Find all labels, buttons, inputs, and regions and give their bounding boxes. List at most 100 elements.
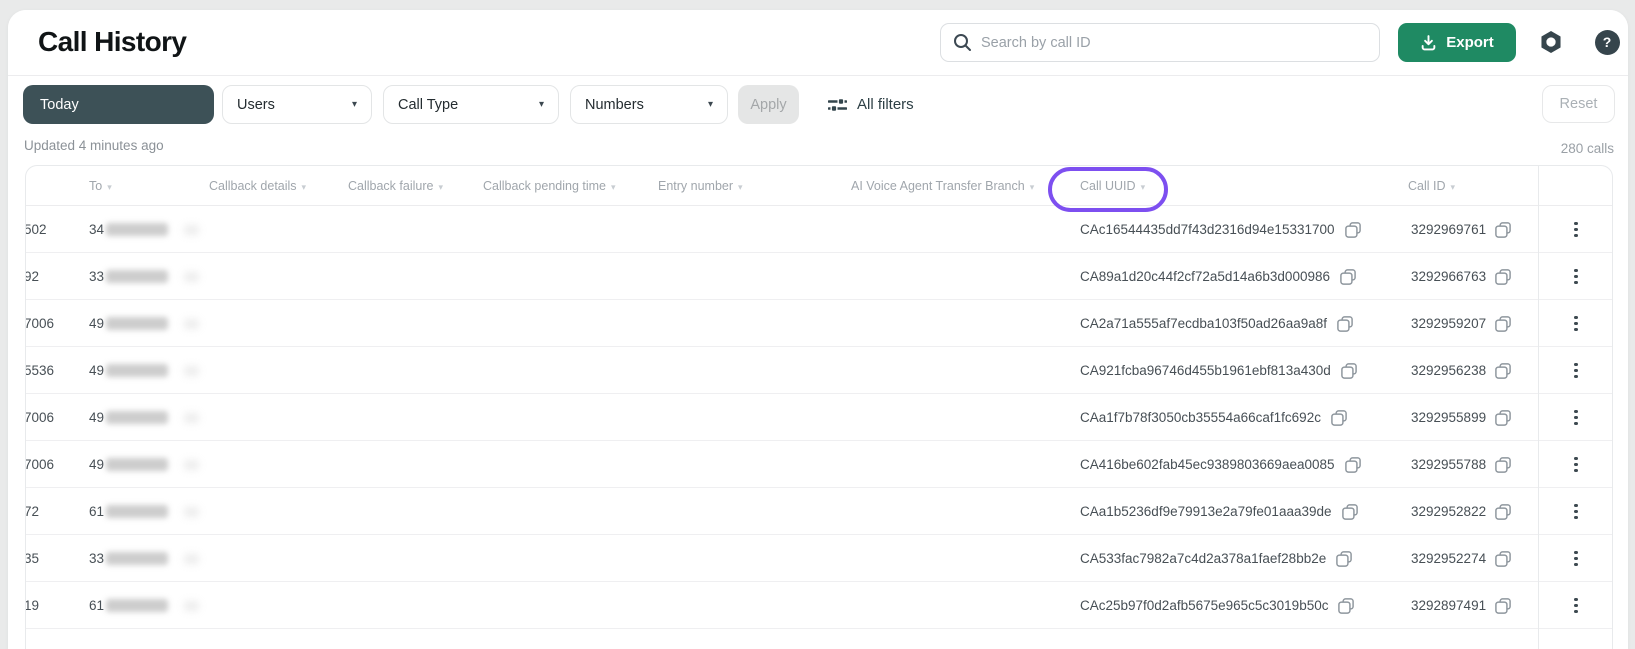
all-filters-label: All filters xyxy=(857,96,914,113)
to-number-prefix: 49 xyxy=(89,363,105,378)
to-number-cell: 33 xyxy=(89,535,200,582)
copy-call-id-button[interactable] xyxy=(1494,550,1512,568)
row-actions-cell xyxy=(1538,206,1612,253)
kebab-menu-button[interactable] xyxy=(1568,357,1583,384)
redacted-smudge xyxy=(184,318,200,329)
caret-down-icon: ▾ xyxy=(351,99,357,110)
kebab-menu-button[interactable] xyxy=(1568,498,1583,525)
settings-button[interactable] xyxy=(1534,25,1568,59)
call-id-cell: 3292969761 xyxy=(1411,206,1512,253)
table-row: 35 33 CA533fac7982a7c4d2a378a1faef28bb2e… xyxy=(26,535,1612,582)
column-header-callback-details[interactable]: Callback details ▾ xyxy=(209,166,306,206)
reset-button[interactable]: Reset xyxy=(1542,85,1615,123)
redacted-phone-number xyxy=(106,599,169,612)
copy-uuid-button[interactable] xyxy=(1341,503,1359,521)
to-number-prefix: 49 xyxy=(89,316,105,331)
table-row: 72 61 CAa1b5236df9e79913e2a79fe01aaa39de… xyxy=(26,488,1612,535)
call-uuid-cell: CA416be602fab45ec9389803669aea0085 xyxy=(1080,441,1362,488)
from-number-partial: 502 xyxy=(25,222,47,237)
search-icon xyxy=(953,33,972,52)
copy-uuid-button[interactable] xyxy=(1337,597,1355,615)
call-uuid-cell: CA89a1d20c44f2cf72a5d14a6b3d000986 xyxy=(1080,253,1357,300)
row-actions-cell xyxy=(1538,441,1612,488)
kebab-menu-button[interactable] xyxy=(1568,310,1583,337)
to-number-cell: 61 xyxy=(89,488,200,535)
copy-call-id-button[interactable] xyxy=(1494,221,1512,239)
kebab-menu-button[interactable] xyxy=(1568,404,1583,431)
call-history-card: Call History Export ? Today Us xyxy=(8,10,1628,649)
call-id-cell: 3292955899 xyxy=(1411,394,1512,441)
copy-call-id-button[interactable] xyxy=(1494,597,1512,615)
page-title: Call History xyxy=(38,26,187,57)
call-id-cell: 3292897491 xyxy=(1411,582,1512,629)
apply-button[interactable]: Apply xyxy=(738,85,799,124)
apply-button-label: Apply xyxy=(750,96,787,113)
column-header-entry-number[interactable]: Entry number ▾ xyxy=(658,166,743,206)
column-header-ai-voice-agent-transfer-branch[interactable]: AI Voice Agent Transfer Branch ▾ xyxy=(851,166,1034,206)
from-number-partial: 7006 xyxy=(25,457,55,472)
search-box[interactable] xyxy=(940,23,1380,62)
date-filter-button[interactable]: Today xyxy=(23,85,214,124)
call-type-filter-dropdown[interactable]: Call Type ▾ xyxy=(383,85,559,124)
copy-uuid-button[interactable] xyxy=(1340,362,1358,380)
call-id-value: 3292959207 xyxy=(1411,316,1487,331)
call-id-value: 3292955788 xyxy=(1411,457,1487,472)
copy-uuid-button[interactable] xyxy=(1344,221,1362,239)
from-number-partial: 19 xyxy=(25,598,40,613)
caret-down-icon: ▾ xyxy=(738,182,743,192)
copy-call-id-button[interactable] xyxy=(1494,456,1512,474)
caret-down-icon: ▾ xyxy=(1140,182,1146,192)
caret-down-icon: ▾ xyxy=(538,99,544,110)
column-header-call-uuid[interactable]: Call UUID ▾ xyxy=(1080,166,1145,206)
copy-uuid-button[interactable] xyxy=(1335,550,1353,568)
call-id-cell: 3292955788 xyxy=(1411,441,1512,488)
redacted-smudge xyxy=(184,224,200,235)
redacted-smudge xyxy=(184,412,200,423)
copy-call-id-button[interactable] xyxy=(1494,503,1512,521)
kebab-menu-button[interactable] xyxy=(1568,451,1583,478)
users-filter-dropdown[interactable]: Users ▾ xyxy=(222,85,372,124)
row-actions-cell xyxy=(1538,582,1612,629)
search-input[interactable] xyxy=(981,34,1367,51)
last-updated-text: Updated 4 minutes ago xyxy=(24,138,164,153)
copy-uuid-button[interactable] xyxy=(1339,268,1357,286)
kebab-menu-button[interactable] xyxy=(1568,216,1583,243)
kebab-menu-button[interactable] xyxy=(1568,263,1583,290)
column-header-to[interactable]: To ▾ xyxy=(89,166,112,206)
column-header-call-id[interactable]: Call ID ▾ xyxy=(1408,166,1455,206)
actions-column-divider xyxy=(1538,166,1539,649)
table-row: 5536 49 CA921fcba96746d455b1961ebf813a43… xyxy=(26,347,1612,394)
column-header-callback-pending-time[interactable]: Callback pending time ▾ xyxy=(483,166,616,206)
redacted-phone-number xyxy=(106,505,169,518)
numbers-filter-dropdown[interactable]: Numbers ▾ xyxy=(570,85,728,124)
table-row: 7006 49 CA416be602fab45ec9389803669aea00… xyxy=(26,441,1612,488)
date-filter-label: Today xyxy=(40,96,79,113)
kebab-menu-button[interactable] xyxy=(1568,545,1583,572)
row-actions-cell xyxy=(1538,253,1612,300)
caret-down-icon: ▾ xyxy=(107,182,112,192)
copy-call-id-button[interactable] xyxy=(1494,409,1512,427)
call-id-cell: 3292952822 xyxy=(1411,488,1512,535)
kebab-menu-button[interactable] xyxy=(1568,592,1583,619)
redacted-phone-number xyxy=(106,223,169,236)
redacted-phone-number xyxy=(106,317,169,330)
copy-uuid-button[interactable] xyxy=(1336,315,1354,333)
row-actions-cell xyxy=(1538,535,1612,582)
copy-call-id-button[interactable] xyxy=(1494,268,1512,286)
reset-button-label: Reset xyxy=(1559,96,1598,112)
gear-icon xyxy=(1538,29,1564,55)
redacted-smudge xyxy=(184,271,200,282)
call-id-value: 3292952274 xyxy=(1411,551,1487,566)
copy-uuid-button[interactable] xyxy=(1330,409,1348,427)
call-uuid-cell: CA533fac7982a7c4d2a378a1faef28bb2e xyxy=(1080,535,1353,582)
from-number-partial: 7006 xyxy=(25,316,55,331)
copy-uuid-button[interactable] xyxy=(1344,456,1362,474)
users-filter-label: Users xyxy=(237,96,275,113)
copy-call-id-button[interactable] xyxy=(1494,362,1512,380)
all-filters-button[interactable]: All filters xyxy=(828,85,914,124)
column-header-callback-failure[interactable]: Callback failure ▾ xyxy=(348,166,443,206)
help-button[interactable]: ? xyxy=(1590,25,1624,59)
export-button[interactable]: Export xyxy=(1398,23,1516,62)
redacted-phone-number xyxy=(106,411,169,424)
copy-call-id-button[interactable] xyxy=(1494,315,1512,333)
